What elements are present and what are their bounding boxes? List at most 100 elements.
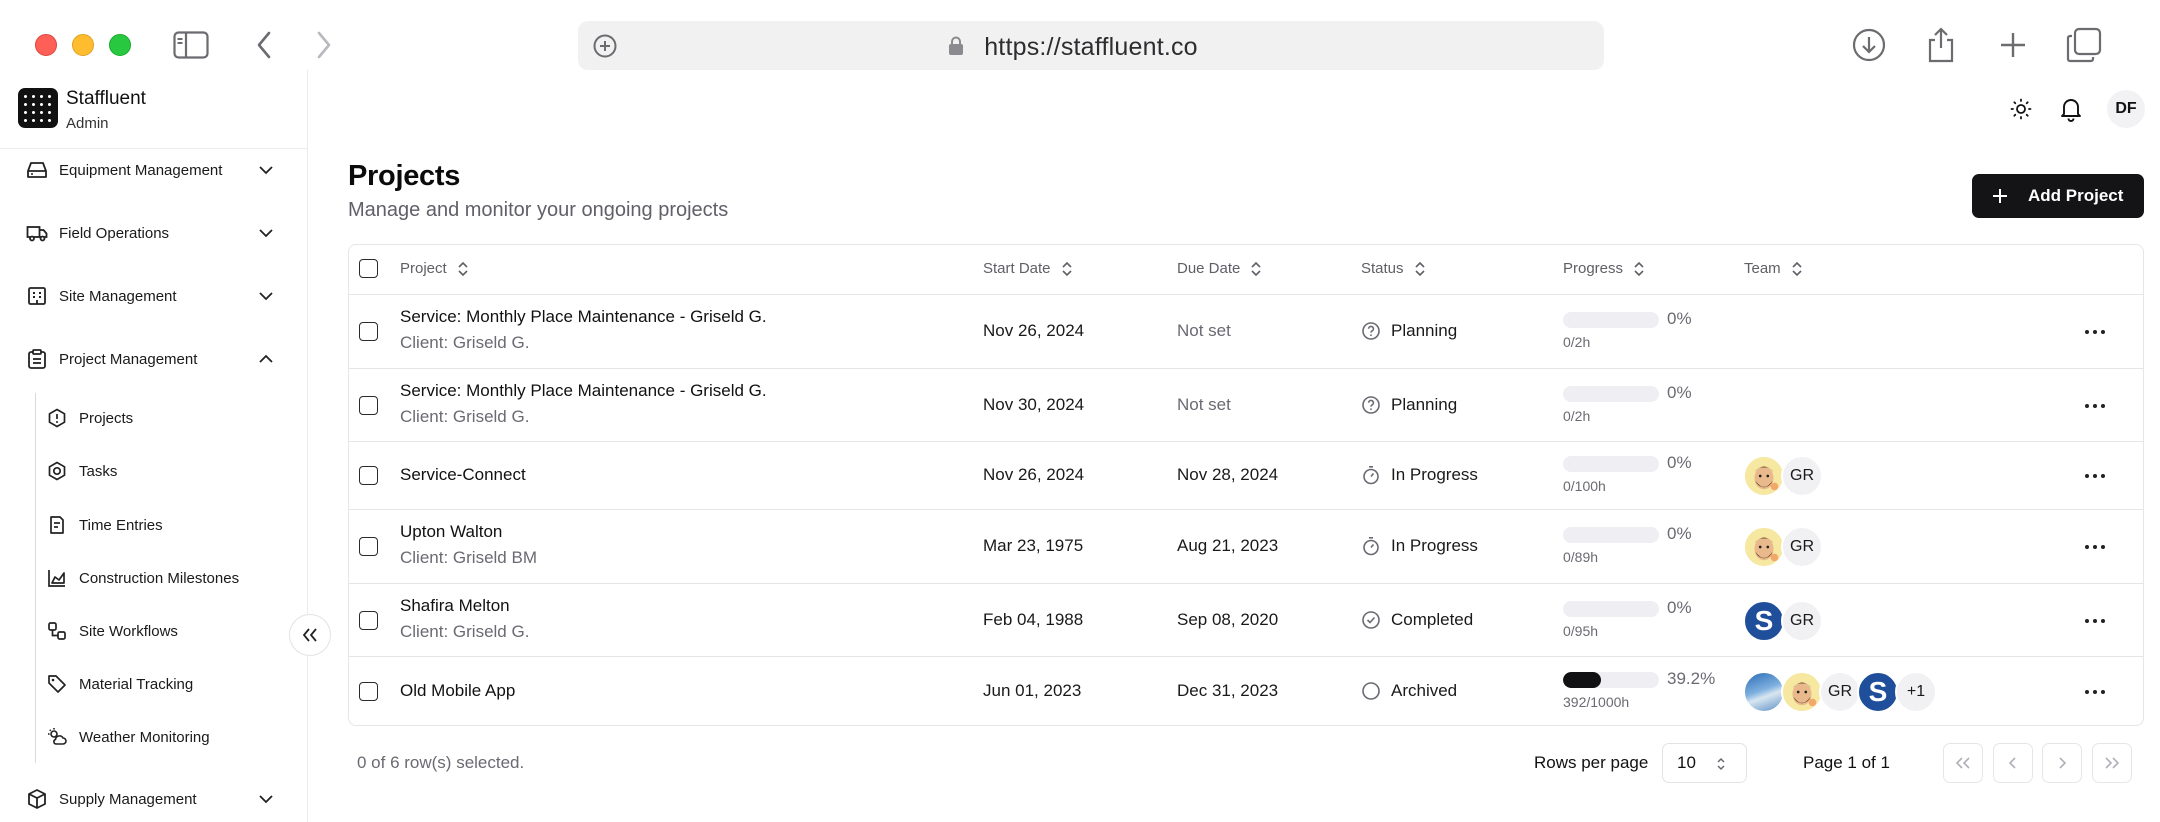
project-name[interactable]: Service: Monthly Place Maintenance - Gri…: [400, 307, 767, 327]
last-page-button[interactable]: [2092, 743, 2132, 783]
project-client: Client: Griseld G.: [400, 333, 530, 352]
avatar-initials[interactable]: GR: [1781, 455, 1823, 497]
sort-icon: [457, 261, 469, 277]
avatar-memoji[interactable]: [1781, 671, 1823, 713]
hexagon-alert-icon: [47, 408, 67, 428]
table-row[interactable]: Shafira Melton Client: Griseld G. Feb 04, …: [349, 584, 2143, 657]
avatar-memoji[interactable]: [1743, 526, 1785, 568]
row-checkbox[interactable]: [359, 395, 378, 415]
column-header-project[interactable]: Project: [400, 260, 469, 277]
avatar-s[interactable]: S: [1743, 599, 1785, 642]
first-page-button[interactable]: [1943, 743, 1983, 783]
project-client: Client: Griseld G.: [400, 621, 530, 641]
building-icon: [26, 285, 48, 307]
status-label: In Progress: [1391, 536, 1478, 555]
sidebar-item-construction-milestones[interactable]: Construction Milestones: [47, 563, 287, 593]
bell-icon[interactable]: [2057, 95, 2085, 123]
column-header-progress[interactable]: Progress: [1563, 260, 1645, 277]
sidebar-item-site-workflows[interactable]: Site Workflows: [47, 616, 287, 646]
sidebar-item-time-entries[interactable]: Time Entries: [47, 510, 287, 540]
project-name[interactable]: Shafira Melton: [400, 596, 529, 616]
row-actions-more-icon[interactable]: [2085, 330, 2105, 334]
sidebar-item-site-management[interactable]: Site Management: [26, 279, 276, 313]
sidebar-item-supply-management[interactable]: Supply Management: [26, 782, 276, 816]
download-icon[interactable]: [1852, 28, 1886, 62]
row-actions-more-icon[interactable]: [2085, 545, 2105, 549]
project-name[interactable]: Upton Walton: [400, 522, 537, 542]
avatar-overflow-count[interactable]: +1: [1895, 671, 1937, 713]
rows-per-page-select[interactable]: 10: [1662, 743, 1747, 783]
column-header-due-date[interactable]: Due Date: [1177, 260, 1262, 277]
add-project-button[interactable]: Add Project: [1972, 174, 2144, 218]
row-actions-more-icon[interactable]: [2085, 618, 2105, 623]
status-label: Planning: [1391, 394, 1458, 414]
due-date: Nov 28, 2024: [1177, 465, 1279, 484]
progress-bar: [1563, 385, 1659, 402]
sidebar-item-weather-monitoring[interactable]: Weather Monitoring: [47, 722, 287, 752]
chevron-down-icon: [259, 292, 273, 301]
project-cell: Service: Monthly Place Maintenance - Gri…: [400, 307, 767, 353]
sidebar-item-equipment-management[interactable]: Equipment Management: [26, 153, 276, 187]
avatar-photo[interactable]: [1743, 671, 1785, 713]
back-arrow-icon[interactable]: [252, 30, 276, 60]
row-actions-more-icon[interactable]: [2085, 690, 2105, 694]
row-checkbox[interactable]: [359, 322, 378, 341]
zoom-window-button[interactable]: [109, 34, 131, 56]
progress-fill: [1563, 672, 1601, 688]
sort-icon: [1414, 261, 1426, 277]
progress-percent: 0%: [1667, 382, 1692, 402]
sidebar-item-tasks[interactable]: Tasks: [47, 456, 287, 486]
team-avatars: GR S +1: [1743, 671, 1937, 713]
previous-page-button[interactable]: [1993, 743, 2033, 783]
row-checkbox[interactable]: [359, 610, 378, 630]
table-row[interactable]: Old Mobile App Jun 01, 2023 Dec 31, 2023 Ar…: [349, 657, 2143, 727]
table-row[interactable]: Service-Connect Nov 26, 2024 Nov 28, 2024 I…: [349, 442, 2143, 510]
avatar-memoji[interactable]: [1743, 455, 1785, 497]
minimize-window-button[interactable]: [72, 34, 94, 56]
table-row[interactable]: Service: Monthly Place Maintenance - Gri…: [349, 369, 2143, 442]
new-tab-plus-icon[interactable]: [1998, 30, 2028, 60]
project-name[interactable]: Old Mobile App: [400, 681, 515, 701]
row-checkbox[interactable]: [359, 682, 378, 701]
sidebar-item-label: Time Entries: [79, 516, 163, 534]
theme-toggle-sun-icon[interactable]: [2008, 96, 2034, 122]
row-actions-more-icon[interactable]: [2085, 403, 2105, 408]
close-window-button[interactable]: [35, 34, 57, 56]
avatar-initials[interactable]: GR: [1781, 526, 1823, 568]
plus-icon: [1992, 188, 2008, 204]
next-page-button[interactable]: [2042, 743, 2082, 783]
column-header-team[interactable]: Team: [1744, 260, 1803, 277]
sidebar-toggle-icon[interactable]: [172, 30, 210, 60]
forward-arrow-icon[interactable]: [312, 30, 336, 60]
row-checkbox[interactable]: [359, 466, 378, 485]
share-icon[interactable]: [1926, 26, 1956, 64]
start-date: Nov 26, 2024: [983, 321, 1085, 340]
sidebar-item-field-operations[interactable]: Field Operations: [26, 216, 276, 250]
user-avatar[interactable]: DF: [2107, 90, 2145, 128]
project-name[interactable]: Service-Connect: [400, 465, 526, 485]
column-header-status[interactable]: Status: [1361, 260, 1426, 277]
row-actions-more-icon[interactable]: [2085, 474, 2105, 478]
avatar-initials[interactable]: GR: [1781, 599, 1823, 642]
column-header-start-date[interactable]: Start Date: [983, 260, 1073, 277]
table-row[interactable]: Upton Walton Client: Griseld BM Mar 23, 19…: [349, 510, 2143, 584]
brand[interactable]: Staffluent Admin: [18, 88, 318, 138]
address-bar[interactable]: https://staffluent.co: [578, 21, 1604, 70]
table-row[interactable]: Service: Monthly Place Maintenance - Gri…: [349, 295, 2143, 369]
select-all-checkbox[interactable]: [359, 259, 378, 278]
row-checkbox[interactable]: [359, 537, 378, 556]
project-cell: Service-Connect: [400, 465, 526, 485]
selection-count: 0 of 6 row(s) selected.: [357, 753, 525, 772]
sort-icon: [1633, 261, 1645, 277]
sidebar-item-project-management[interactable]: Project Management: [26, 342, 276, 376]
avatar-s[interactable]: S: [1857, 671, 1899, 713]
sidebar-item-projects[interactable]: Projects: [47, 403, 287, 433]
start-date: Feb 04, 1988: [983, 609, 1084, 629]
sidebar-item-material-tracking[interactable]: Material Tracking: [47, 669, 287, 699]
avatar-initials[interactable]: GR: [1819, 671, 1861, 713]
tab-overview-icon[interactable]: [2066, 27, 2102, 63]
cloud-sun-icon: [47, 727, 67, 747]
project-name[interactable]: Service: Monthly Place Maintenance - Gri…: [400, 381, 767, 401]
project-cell: Upton Walton Client: Griseld BM: [400, 522, 537, 568]
collapse-sidebar-button[interactable]: [289, 614, 331, 656]
